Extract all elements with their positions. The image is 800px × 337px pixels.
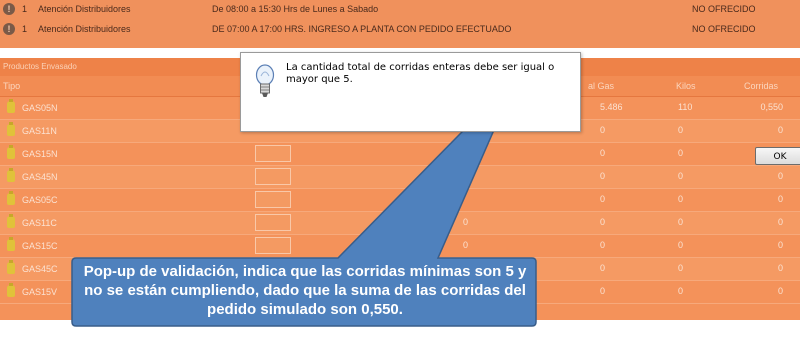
- product-name: GAS15V: [22, 287, 58, 297]
- product-name: GAS45C: [22, 264, 58, 274]
- product-row: GAS05C 0 0 0: [0, 189, 800, 212]
- quantity-input[interactable]: [255, 191, 291, 208]
- ok-button[interactable]: OK: [755, 147, 800, 165]
- quantity-input[interactable]: [255, 237, 291, 254]
- kilos-value: 0: [678, 171, 684, 181]
- row-schedule: DE 07:00 A 17:00 HRS. INGRESO A PLANTA C…: [212, 24, 512, 34]
- gas-value: 0: [600, 286, 606, 296]
- header-corridas: Corridas: [744, 81, 779, 91]
- callout-text: Pop-up de validación, indica que las cor…: [83, 263, 527, 318]
- gas-value: 0: [600, 263, 606, 273]
- product-row: GAS15C 0 0 0 0: [0, 235, 800, 258]
- gas-value: 0: [600, 125, 606, 135]
- row-status: NO OFRECIDO: [692, 4, 756, 14]
- gas-cylinder-icon: [7, 122, 15, 136]
- kilos-value: 0: [678, 125, 684, 135]
- extra-value: 0: [463, 217, 469, 227]
- quantity-input[interactable]: [255, 214, 291, 231]
- row-schedule: De 08:00 a 15:30 Hrs de Lunes a Sabado: [212, 4, 379, 14]
- quantity-input[interactable]: [255, 145, 291, 162]
- kilos-value: 0: [678, 148, 684, 158]
- gas-value: 0: [600, 194, 606, 204]
- gas-cylinder-icon: [7, 99, 15, 113]
- product-name: GAS15N: [22, 149, 58, 159]
- extra-value: 0: [463, 240, 469, 250]
- kilos-value: 0: [678, 240, 684, 250]
- gas-value: 0: [600, 171, 606, 181]
- product-name: GAS45N: [22, 172, 58, 182]
- corridas-value: 0,550: [760, 102, 783, 112]
- gas-value: 0: [600, 240, 606, 250]
- gas-cylinder-icon: [7, 168, 15, 182]
- top-panel: ! 1 Atención Distribuidores De 08:00 a 1…: [0, 0, 800, 48]
- header-tipo: Tipo: [3, 81, 21, 91]
- validation-dialog: La cantidad total de corridas enteras de…: [240, 52, 800, 165]
- header-gas: al Gas: [588, 81, 615, 91]
- product-row: GAS45N 0 0 0: [0, 166, 800, 189]
- schedule-row: ! 1 Atención Distribuidores DE 07:00 A 1…: [0, 20, 800, 38]
- product-name: GAS11C: [22, 218, 57, 228]
- gas-cylinder-icon: [7, 145, 15, 159]
- kilos-value: 0: [678, 194, 684, 204]
- gas-cylinder-icon: [7, 260, 15, 274]
- product-name: GAS05N: [22, 103, 58, 113]
- dialog-message: La cantidad total de corridas enteras de…: [286, 62, 555, 85]
- kilos-value: 0: [678, 286, 684, 296]
- corridas-value: 0: [777, 171, 783, 181]
- gas-value: 5.486: [600, 102, 623, 112]
- header-kilos: Kilos: [676, 81, 696, 91]
- info-icon: !: [3, 23, 15, 35]
- gas-cylinder-icon: [7, 214, 15, 228]
- corridas-value: 0: [777, 263, 783, 273]
- kilos-value: 110: [678, 102, 693, 112]
- row-label: Atención Distribuidores: [38, 4, 131, 14]
- row-number: 1: [22, 24, 28, 34]
- schedule-row: ! 1 Atención Distribuidores De 08:00 a 1…: [0, 0, 800, 18]
- kilos-value: 0: [678, 263, 684, 273]
- quantity-input[interactable]: [255, 168, 291, 185]
- lightbulb-icon: [255, 64, 275, 97]
- corridas-value: 0: [777, 286, 783, 296]
- corridas-value: 0: [777, 194, 783, 204]
- corridas-value: 0: [777, 240, 783, 250]
- product-name: GAS11N: [22, 126, 57, 136]
- row-label: Atención Distribuidores: [38, 24, 131, 34]
- row-status: NO OFRECIDO: [692, 24, 756, 34]
- gas-cylinder-icon: [7, 283, 15, 297]
- gas-cylinder-icon: [7, 237, 15, 251]
- product-name: GAS05C: [22, 195, 58, 205]
- gas-value: 0: [600, 217, 606, 227]
- product-row: GAS15N 0 0 0: [0, 143, 800, 166]
- row-number: 1: [22, 4, 28, 14]
- gas-value: 0: [600, 148, 606, 158]
- corridas-value: 0: [777, 125, 783, 135]
- product-name: GAS15C: [22, 241, 58, 251]
- info-icon: !: [3, 3, 15, 15]
- product-row: GAS11C 0 0 0 0: [0, 212, 800, 235]
- corridas-value: 0: [777, 217, 783, 227]
- kilos-value: 0: [678, 217, 684, 227]
- gas-cylinder-icon: [7, 191, 15, 205]
